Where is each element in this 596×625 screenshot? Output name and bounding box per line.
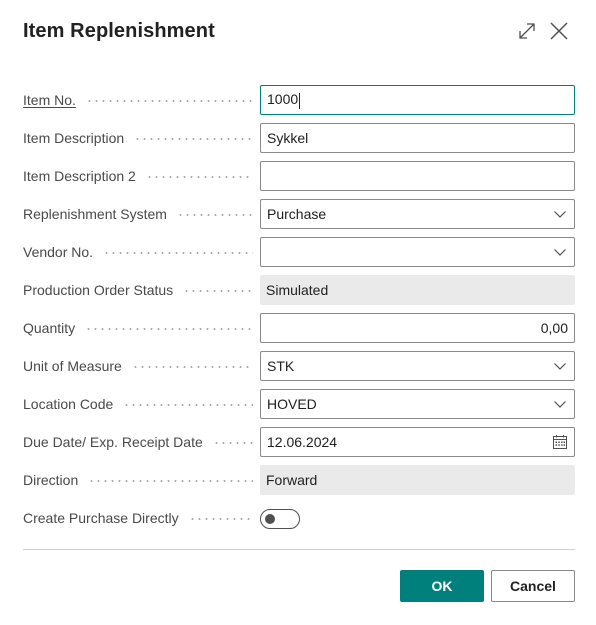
vendor-no-label: Vendor No. — [23, 237, 253, 267]
location-code-select[interactable]: HOVED — [260, 389, 575, 419]
create-purchase-directly-toggle[interactable] — [260, 509, 300, 529]
row-quantity: Quantity 0,00 — [23, 313, 575, 343]
item-description-2-input[interactable] — [260, 161, 575, 191]
unit-of-measure-label: Unit of Measure — [23, 351, 253, 381]
row-item-description: Item Description Sykkel — [23, 123, 575, 153]
close-icon[interactable] — [548, 20, 570, 42]
production-order-status-label: Production Order Status — [23, 275, 253, 305]
row-due-date: Due Date/ Exp. Receipt Date 12.06.2024 — [23, 427, 575, 457]
row-direction: Direction Forward — [23, 465, 575, 495]
create-purchase-directly-label: Create Purchase Directly — [23, 503, 253, 533]
direction-label: Direction — [23, 465, 253, 495]
vendor-no-select[interactable] — [260, 237, 575, 267]
toggle-knob — [265, 513, 275, 524]
calendar-icon[interactable] — [552, 434, 568, 450]
unit-of-measure-select[interactable]: STK — [260, 351, 575, 381]
chevron-down-icon — [552, 244, 568, 260]
location-code-label: Location Code — [23, 389, 253, 419]
replenishment-system-label: Replenishment System — [23, 199, 253, 229]
row-vendor-no: Vendor No. — [23, 237, 575, 267]
item-description-2-label: Item Description 2 — [23, 161, 253, 191]
row-unit-of-measure: Unit of Measure STK — [23, 351, 575, 381]
dialog-title: Item Replenishment — [23, 20, 215, 42]
item-description-input[interactable]: Sykkel — [260, 123, 575, 153]
direction-value: Forward — [260, 465, 575, 495]
cancel-button[interactable]: Cancel — [491, 570, 575, 602]
row-production-order-status: Production Order Status Simulated — [23, 275, 575, 305]
ok-button[interactable]: OK — [400, 570, 484, 602]
row-replenishment-system: Replenishment System Purchase — [23, 199, 575, 229]
row-item-description-2: Item Description 2 — [23, 161, 575, 191]
expand-icon[interactable] — [516, 20, 538, 42]
chevron-down-icon — [552, 396, 568, 412]
quantity-input[interactable]: 0,00 — [260, 313, 575, 343]
item-no-value: 1000 — [267, 91, 299, 108]
chevron-down-icon — [552, 206, 568, 222]
replenishment-system-select[interactable]: Purchase — [260, 199, 575, 229]
item-description-label: Item Description — [23, 123, 253, 153]
quantity-label: Quantity — [23, 313, 253, 343]
row-create-purchase-directly: Create Purchase Directly — [23, 503, 575, 533]
item-no-label[interactable]: Item No. — [23, 85, 253, 115]
due-date-label: Due Date/ Exp. Receipt Date — [23, 427, 253, 457]
row-item-no: Item No. 1000 — [23, 85, 575, 115]
chevron-down-icon — [552, 358, 568, 374]
item-no-input[interactable]: 1000 — [260, 85, 575, 115]
due-date-input[interactable]: 12.06.2024 — [260, 427, 575, 457]
production-order-status-value: Simulated — [260, 275, 575, 305]
footer-divider — [23, 549, 575, 550]
row-location-code: Location Code HOVED — [23, 389, 575, 419]
